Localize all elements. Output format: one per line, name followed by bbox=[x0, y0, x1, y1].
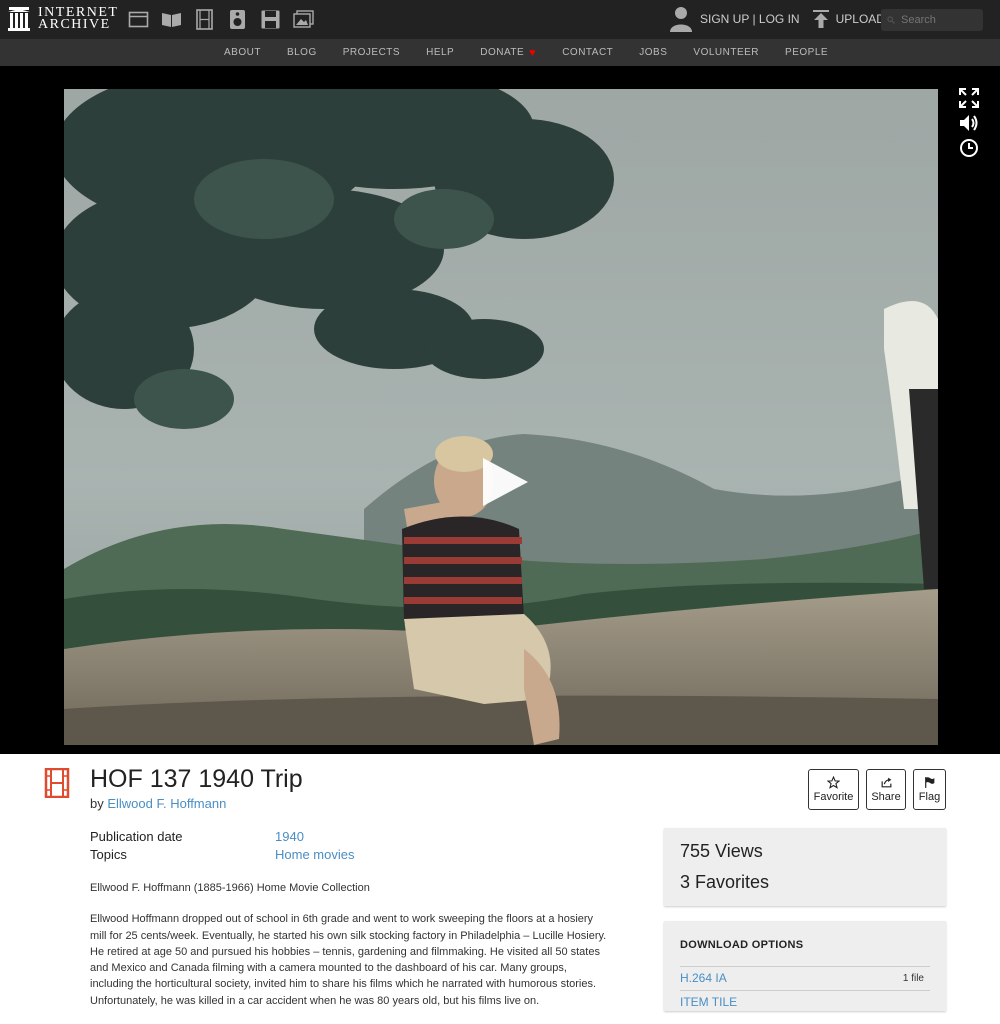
logo-text: INTERNET ARCHIVE bbox=[38, 6, 118, 32]
favorites-count: 3 Favorites bbox=[680, 872, 770, 892]
user-icon[interactable] bbox=[670, 6, 692, 32]
nav-volunteer[interactable]: VOLUNTEER bbox=[693, 47, 759, 58]
action-buttons: Favorite Share Flag bbox=[808, 769, 946, 810]
upload-button[interactable]: UPLOAD bbox=[812, 9, 885, 29]
video-frame[interactable] bbox=[64, 89, 938, 745]
nav-contact[interactable]: CONTACT bbox=[562, 47, 613, 58]
search-input[interactable] bbox=[899, 13, 983, 27]
download-option-link[interactable]: ITEM TILE bbox=[680, 995, 737, 1009]
item-metadata: Publication date 1940 Topics Home movies bbox=[90, 829, 354, 865]
metadata-row: Publication date 1940 bbox=[90, 829, 354, 847]
download-options-title: DOWNLOAD OPTIONS bbox=[680, 939, 804, 951]
download-options-panel: DOWNLOAD OPTIONS H.264 IA 1 file ITEM TI… bbox=[664, 921, 946, 1011]
texts-icon[interactable] bbox=[161, 9, 182, 30]
stats-panel: 755 Views 3 Favorites bbox=[664, 828, 946, 906]
nav-about[interactable]: ABOUT bbox=[224, 47, 261, 58]
share-icon bbox=[881, 777, 891, 788]
metadata-row: Topics Home movies bbox=[90, 847, 354, 865]
byline: by Ellwood F. Hoffmann bbox=[90, 796, 226, 811]
metadata-key: Topics bbox=[90, 847, 127, 862]
search-box[interactable] bbox=[881, 9, 983, 31]
metadata-key: Publication date bbox=[90, 829, 183, 844]
nav-help[interactable]: HELP bbox=[426, 47, 454, 58]
images-icon[interactable] bbox=[293, 9, 314, 30]
secondary-nav: ABOUT BLOG PROJECTS HELP DONATE ♥ CONTACT… bbox=[0, 39, 1000, 66]
play-button[interactable] bbox=[483, 458, 528, 506]
share-button[interactable]: Share bbox=[866, 769, 906, 810]
flag-button[interactable]: Flag bbox=[913, 769, 946, 810]
upload-icon bbox=[812, 10, 829, 28]
author-link[interactable]: Ellwood F. Hoffmann bbox=[107, 796, 226, 811]
flag-icon bbox=[925, 777, 935, 788]
download-option-row: H.264 IA 1 file bbox=[680, 966, 930, 989]
description-paragraph: Ellwood Hoffmann dropped out of school i… bbox=[90, 913, 607, 1007]
download-option-row: ITEM TILE bbox=[680, 990, 930, 1013]
sign-up-link[interactable]: SIGN UP bbox=[700, 12, 749, 26]
video-still-image bbox=[64, 89, 938, 745]
internet-archive-logo[interactable]: INTERNET ARCHIVE bbox=[8, 6, 118, 32]
volume-icon[interactable] bbox=[958, 112, 980, 134]
clock-icon[interactable] bbox=[958, 137, 980, 159]
video-player bbox=[0, 66, 1000, 754]
metadata-value-link[interactable]: 1940 bbox=[275, 829, 304, 847]
software-icon[interactable] bbox=[260, 9, 281, 30]
views-count: 755 Views bbox=[680, 841, 763, 861]
flag-label: Flag bbox=[918, 791, 941, 803]
archive-building-icon bbox=[8, 7, 30, 31]
auth-links: SIGN UP | LOG IN bbox=[700, 12, 800, 26]
favorite-button[interactable]: Favorite bbox=[808, 769, 859, 810]
nav-projects[interactable]: PROJECTS bbox=[343, 47, 400, 58]
auth-separator: | bbox=[749, 12, 759, 26]
download-option-link[interactable]: H.264 IA bbox=[680, 971, 727, 985]
metadata-value-link[interactable]: Home movies bbox=[275, 847, 354, 865]
download-file-count: 1 file bbox=[902, 972, 924, 984]
film-icon bbox=[44, 768, 70, 798]
fullscreen-icon[interactable] bbox=[958, 87, 980, 109]
video-icon[interactable] bbox=[194, 9, 215, 30]
item-title: HOF 137 1940 Trip bbox=[90, 765, 303, 793]
heart-icon: ♥ bbox=[529, 46, 537, 59]
description-paragraph: Ellwood F. Hoffmann (1885-1966) Home Mov… bbox=[90, 882, 370, 894]
by-prefix: by bbox=[90, 796, 108, 811]
share-label: Share bbox=[871, 791, 901, 803]
nav-items: ABOUT BLOG PROJECTS HELP DONATE ♥ CONTACT… bbox=[224, 39, 854, 66]
audio-icon[interactable] bbox=[227, 9, 248, 30]
nav-blog[interactable]: BLOG bbox=[287, 47, 317, 58]
upload-label: UPLOAD bbox=[835, 12, 885, 26]
favorite-label: Favorite bbox=[813, 791, 854, 803]
log-in-link[interactable]: LOG IN bbox=[759, 12, 800, 26]
logo-line2: ARCHIVE bbox=[38, 17, 111, 32]
nav-people[interactable]: PEOPLE bbox=[785, 47, 828, 58]
nav-jobs[interactable]: JOBS bbox=[639, 47, 667, 58]
star-icon bbox=[827, 776, 840, 789]
media-type-icons bbox=[128, 9, 314, 30]
item-description: Ellwood F. Hoffmann (1885-1966) Home Mov… bbox=[90, 880, 610, 1024]
nav-donate-label: DONATE bbox=[480, 47, 525, 58]
search-icon bbox=[887, 16, 895, 24]
web-icon[interactable] bbox=[128, 9, 149, 30]
top-bar: INTERNET ARCHIVE SIGN UP | LOG IN UPLOAD bbox=[0, 0, 1000, 39]
nav-donate[interactable]: DONATE ♥ bbox=[480, 47, 536, 59]
user-area: SIGN UP | LOG IN UPLOAD bbox=[670, 6, 885, 32]
